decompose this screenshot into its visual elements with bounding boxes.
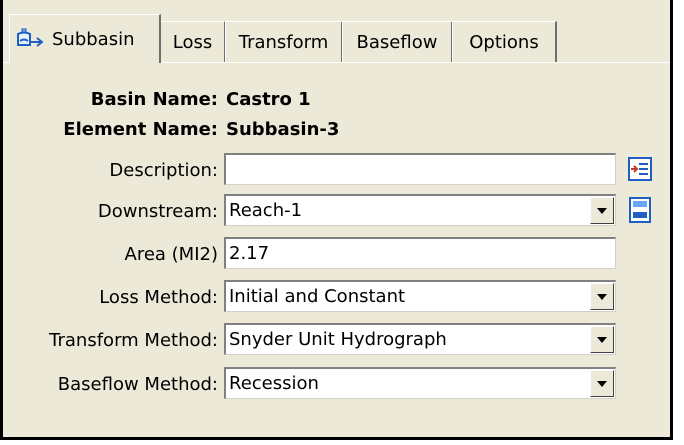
element-name-value: Subbasin-3 xyxy=(226,119,340,140)
description-field[interactable] xyxy=(224,153,616,185)
basin-name-label: Basin Name: xyxy=(90,89,218,110)
tab-options[interactable]: Options xyxy=(452,21,557,62)
area-input[interactable]: 2.17 xyxy=(224,237,616,269)
tab-baseflow-label: Baseflow xyxy=(356,31,438,53)
tab-subbasin-label: Subbasin xyxy=(52,28,135,50)
downstream-label: Downstream: xyxy=(97,201,218,222)
element-name-label: Element Name: xyxy=(63,119,218,140)
subbasin-icon xyxy=(14,25,46,53)
tab-loss-label: Loss xyxy=(172,31,213,53)
chevron-down-icon xyxy=(597,380,607,387)
area-label: Area (MI2) xyxy=(124,244,218,265)
chevron-down-icon xyxy=(597,293,607,300)
downstream-dropdown-button[interactable] xyxy=(590,197,614,224)
transform-method-label: Transform Method: xyxy=(49,330,218,351)
loss-method-value: Initial and Constant xyxy=(229,286,406,307)
edit-description-button[interactable] xyxy=(625,154,655,184)
baseflow-method-label: Baseflow Method: xyxy=(57,374,218,395)
select-downstream-icon xyxy=(629,197,651,223)
tab-loss[interactable]: Loss xyxy=(160,21,226,62)
edit-description-icon xyxy=(628,157,652,181)
baseflow-method-dropdown-button[interactable] xyxy=(590,370,614,397)
tab-transform-label: Transform xyxy=(238,31,329,53)
transform-method-select[interactable]: Snyder Unit Hydrograph xyxy=(224,323,616,355)
tab-transform[interactable]: Transform xyxy=(225,21,343,62)
loss-method-label: Loss Method: xyxy=(99,287,218,308)
loss-method-select[interactable]: Initial and Constant xyxy=(224,280,616,312)
transform-method-dropdown-button[interactable] xyxy=(590,326,614,353)
downstream-value: Reach-1 xyxy=(229,200,303,221)
baseflow-method-select[interactable]: Recession xyxy=(224,367,616,399)
description-label: Description: xyxy=(109,160,218,181)
basin-name-value: Castro 1 xyxy=(226,89,311,110)
baseflow-method-value: Recession xyxy=(229,373,319,394)
area-value: 2.17 xyxy=(229,243,270,264)
tab-options-label: Options xyxy=(469,31,539,53)
subbasin-editor-panel: Subbasin Loss Transform Baseflow Options… xyxy=(0,0,673,440)
downstream-select[interactable]: Reach-1 xyxy=(224,194,616,226)
tab-subbasin[interactable]: Subbasin xyxy=(9,14,161,63)
transform-method-value: Snyder Unit Hydrograph xyxy=(229,329,447,350)
chevron-down-icon xyxy=(597,336,607,343)
select-downstream-button[interactable] xyxy=(625,195,655,225)
loss-method-dropdown-button[interactable] xyxy=(590,283,614,310)
chevron-down-icon xyxy=(597,207,607,214)
tab-baseflow[interactable]: Baseflow xyxy=(342,21,453,62)
